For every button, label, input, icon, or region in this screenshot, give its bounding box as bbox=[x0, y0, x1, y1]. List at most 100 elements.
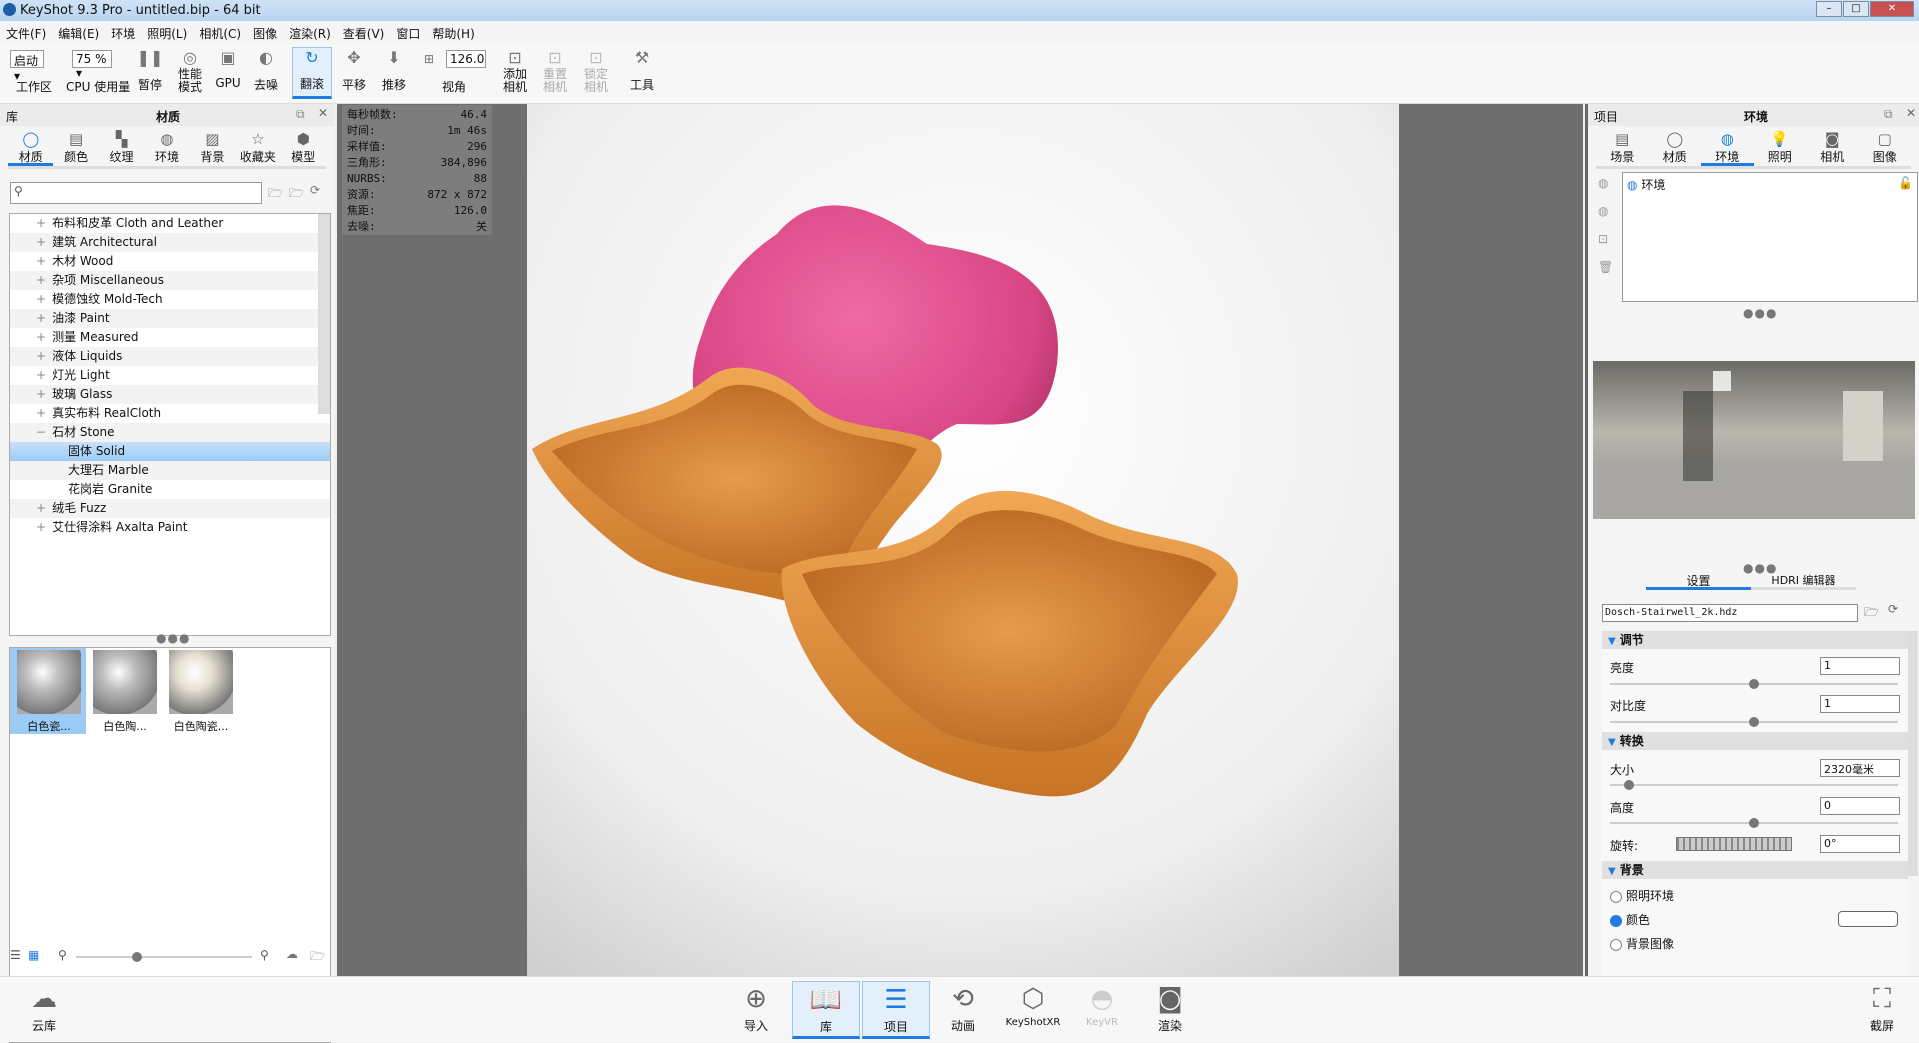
radio-color[interactable]: 颜色 bbox=[1610, 911, 1650, 928]
tree-item[interactable]: + 艾仕得涂料 Axalta Paint bbox=[10, 518, 330, 537]
radio-button[interactable] bbox=[1610, 890, 1622, 903]
pan-button[interactable]: ✥ 平移 bbox=[334, 48, 374, 93]
radio-background-image[interactable]: 背景图像 bbox=[1610, 935, 1674, 952]
tree-item[interactable]: + 绒毛 Fuzz bbox=[10, 499, 330, 518]
list-view-icon[interactable]: ☰ bbox=[10, 948, 21, 962]
tab-material[interactable]: ◯ 材质 bbox=[1649, 128, 1702, 166]
hdri-preview[interactable] bbox=[1593, 361, 1915, 519]
refresh-icon[interactable]: ⟳ bbox=[1888, 602, 1898, 616]
expand-icon[interactable]: + bbox=[36, 330, 46, 344]
tree-item[interactable]: + 木材 Wood bbox=[10, 252, 330, 271]
tab-lighting[interactable]: 💡 照明 bbox=[1754, 128, 1807, 166]
grid-view-icon[interactable]: ▦ bbox=[28, 948, 39, 962]
add-image-icon[interactable]: ⊡ bbox=[1598, 232, 1608, 246]
tree-item[interactable]: + 液体 Liquids bbox=[10, 347, 330, 366]
tab-environment[interactable]: ◍ 环境 bbox=[1701, 128, 1754, 166]
material-thumbnail[interactable]: 白色瓷... bbox=[14, 650, 84, 734]
tree-item[interactable]: + 测量 Measured bbox=[10, 328, 330, 347]
tree-item[interactable]: − 石材 Stone bbox=[10, 423, 330, 442]
cloud-upload-icon[interactable]: ☁ bbox=[286, 947, 298, 961]
expand-icon[interactable]: + bbox=[36, 254, 46, 268]
performance-mode-button[interactable]: ◎ 性能模式 bbox=[170, 48, 210, 94]
fov-input[interactable]: 126.0 bbox=[446, 50, 486, 68]
screenshot-button[interactable]: ⛶ 截屏 bbox=[1852, 981, 1912, 1039]
tab-scene[interactable]: ▤ 场景 bbox=[1596, 128, 1649, 166]
add-folder-icon[interactable]: 🗁 bbox=[268, 184, 283, 205]
tab-backplates[interactable]: ▨ 背景 bbox=[190, 128, 235, 166]
unlock-icon[interactable]: 🔓 bbox=[1898, 176, 1913, 190]
expand-icon[interactable]: + bbox=[36, 216, 46, 230]
import-button[interactable]: ⊕ 导入 bbox=[726, 981, 786, 1039]
hdri-file-input[interactable]: Dosch-Stairwell_2k.hdz bbox=[1602, 604, 1858, 622]
maximize-button[interactable]: □ bbox=[1843, 1, 1869, 17]
keyvr-button[interactable]: ◓ KeyVR bbox=[1072, 981, 1132, 1039]
float-panel-icon[interactable]: ⧉ bbox=[296, 107, 305, 122]
tree-item[interactable]: + 油漆 Paint bbox=[10, 309, 330, 328]
viewport[interactable]: 每秒帧数: 46.4 时间: 1m 46s 采样值: 296 三角形: 384,896 NURB… bbox=[337, 104, 1583, 976]
cloud-library-button[interactable]: ☁ 云库 bbox=[14, 981, 74, 1039]
tab-environments[interactable]: ◍ 环境 bbox=[144, 128, 189, 166]
expand-icon[interactable]: + bbox=[36, 235, 46, 249]
close-panel-icon[interactable]: ✕ bbox=[318, 106, 328, 120]
gpu-button[interactable]: ▣ GPU bbox=[208, 48, 248, 90]
slider-knob[interactable] bbox=[1749, 818, 1759, 828]
tab-textures[interactable]: ▚ 纹理 bbox=[99, 128, 144, 166]
tumble-button[interactable]: ↻ 翻滚 bbox=[292, 47, 332, 99]
tab-colors[interactable]: ▤ 颜色 bbox=[53, 128, 98, 166]
brightness-input[interactable]: 1 bbox=[1820, 657, 1900, 675]
workspace-select[interactable]: 启动 ▾ bbox=[10, 50, 44, 83]
subtab-hdri-editor[interactable]: HDRI 编辑器 bbox=[1751, 572, 1856, 587]
expand-icon[interactable]: + bbox=[36, 387, 46, 401]
open-folder-icon[interactable]: 🗁 bbox=[1864, 603, 1879, 624]
tree-item[interactable]: + 布料和皮革 Cloth and Leather bbox=[10, 214, 330, 233]
render-view[interactable] bbox=[527, 104, 1399, 976]
rotation-wheel[interactable] bbox=[1676, 837, 1792, 851]
expand-icon[interactable]: + bbox=[36, 311, 46, 325]
environment-list-item[interactable]: ◍ 环境 🔓 bbox=[1623, 173, 1917, 196]
add-camera-button[interactable]: ⊡ 添加相机 bbox=[495, 48, 535, 94]
refresh-icon[interactable]: ⟳ bbox=[310, 183, 320, 197]
section-adjust[interactable]: ▼ 调节 bbox=[1602, 631, 1908, 649]
rotation-input[interactable]: 0° bbox=[1820, 835, 1900, 853]
expand-icon[interactable]: + bbox=[36, 292, 46, 306]
section-transform[interactable]: ▼ 转换 bbox=[1602, 732, 1908, 750]
close-button[interactable]: ✕ bbox=[1870, 1, 1914, 17]
collapse-icon[interactable]: − bbox=[36, 425, 46, 439]
height-input[interactable]: 0 bbox=[1820, 797, 1900, 815]
menu-render[interactable]: 渲染(R) bbox=[283, 21, 337, 44]
tab-image[interactable]: ▢ 图像 bbox=[1859, 128, 1912, 166]
reset-camera-button[interactable]: ⊡ 重置相机 bbox=[535, 48, 575, 94]
pause-button[interactable]: ❚❚ 暂停 bbox=[130, 48, 170, 93]
add-environment-icon[interactable]: ◍ bbox=[1598, 204, 1608, 218]
tree-item[interactable]: 固体 Solid bbox=[10, 442, 330, 461]
menu-environment[interactable]: 环境 bbox=[105, 21, 141, 44]
tab-camera[interactable]: ◙ 相机 bbox=[1806, 128, 1859, 166]
splitter-handle[interactable]: ●●● bbox=[1743, 306, 1777, 320]
material-thumbnail[interactable]: 白色陶... bbox=[90, 650, 160, 734]
contrast-input[interactable]: 1 bbox=[1820, 695, 1900, 713]
section-background[interactable]: ▼ 背景 bbox=[1602, 861, 1908, 879]
expand-icon[interactable]: + bbox=[36, 368, 46, 382]
keyshotxr-button[interactable]: ⬡ KeyShotXR bbox=[1000, 981, 1066, 1039]
splitter-handle[interactable]: ●●● bbox=[156, 631, 190, 645]
library-button[interactable]: 📖 库 bbox=[792, 981, 860, 1039]
size-input[interactable]: 2320毫米 bbox=[1820, 759, 1900, 777]
contrast-slider[interactable] bbox=[1610, 717, 1898, 727]
menu-lighting[interactable]: 照明(L) bbox=[141, 21, 193, 44]
brightness-slider[interactable] bbox=[1610, 679, 1898, 689]
tree-item[interactable]: + 杂项 Miscellaneous bbox=[10, 271, 330, 290]
height-slider[interactable] bbox=[1610, 818, 1898, 828]
float-panel-icon[interactable]: ⧉ bbox=[1884, 107, 1893, 122]
denoise-button[interactable]: ◐ 去噪 bbox=[246, 48, 286, 93]
size-slider[interactable] bbox=[1610, 780, 1898, 790]
slider-knob[interactable] bbox=[1749, 717, 1759, 727]
dolly-button[interactable]: ⬇ 推移 bbox=[374, 48, 414, 93]
tree-item[interactable]: + 模德蚀纹 Mold-Tech bbox=[10, 290, 330, 309]
subtab-settings[interactable]: 设置 bbox=[1646, 572, 1751, 590]
library-search-input[interactable] bbox=[10, 182, 262, 204]
tab-favorites[interactable]: ☆ 收藏夹 bbox=[235, 128, 280, 166]
tools-button[interactable]: ⚒ 工具 bbox=[622, 48, 662, 93]
radio-lighting-environment[interactable]: 照明环境 bbox=[1610, 887, 1674, 904]
slider-knob[interactable] bbox=[1749, 679, 1759, 689]
import-folder-icon[interactable]: 🗁 bbox=[289, 184, 304, 205]
